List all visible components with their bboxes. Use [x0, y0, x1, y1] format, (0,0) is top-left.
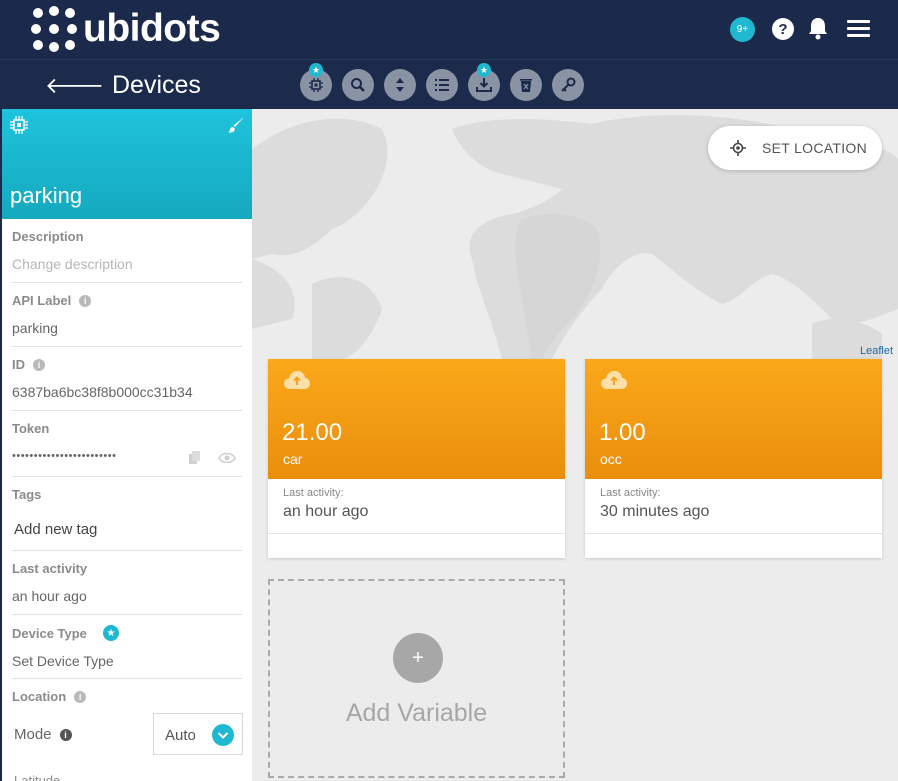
- info-icon[interactable]: i: [33, 358, 45, 371]
- variable-card-header: 21.00 car: [268, 359, 565, 479]
- variable-value: 1.00: [599, 419, 646, 446]
- star-badge-icon: ★: [477, 63, 491, 77]
- crosshair-icon: [730, 140, 746, 156]
- latitude-label: Latitude: [14, 773, 61, 781]
- location-map[interactable]: SET LOCATION Leaflet: [252, 109, 898, 359]
- last-activity-value: an hour ago: [12, 588, 87, 604]
- key-icon: [561, 77, 576, 92]
- page-header: 🡐 Devices ★ ★: [0, 59, 898, 109]
- description-label: Description: [12, 229, 84, 244]
- delete-button[interactable]: [510, 69, 542, 101]
- info-icon[interactable]: i: [79, 294, 92, 307]
- back-arrow-icon: 🡐: [45, 72, 104, 98]
- list-view-button[interactable]: [426, 69, 458, 101]
- token-field: Token ••••••••••••••••••••••••: [12, 411, 242, 477]
- sort-button[interactable]: [384, 69, 416, 101]
- search-button[interactable]: [342, 69, 374, 101]
- ubidots-logo[interactable]: ubidots: [31, 6, 221, 52]
- device-type-button[interactable]: ★: [300, 63, 332, 101]
- notifications-badge[interactable]: 9+: [730, 17, 755, 42]
- plus-icon[interactable]: +: [393, 633, 443, 683]
- logo-icon: [31, 6, 77, 52]
- help-icon[interactable]: ?: [772, 18, 794, 40]
- id-field: ID i 6387ba6bc38f8b000cc31b34: [12, 347, 242, 411]
- star-badge-icon: ★: [309, 63, 323, 77]
- page-title: Devices: [112, 71, 201, 99]
- device-type-field: Device Type ★ Set Device Type: [12, 615, 242, 679]
- api-label-field: API Label i parking: [12, 283, 242, 347]
- device-chip-icon: [10, 116, 28, 134]
- eye-icon[interactable]: [218, 452, 236, 464]
- add-variable-label: Add Variable: [345, 699, 488, 727]
- device-name[interactable]: parking: [10, 183, 82, 209]
- token-label: Token: [12, 421, 50, 436]
- cloud-upload-icon: [601, 371, 627, 389]
- variable-value: 21.00: [282, 419, 343, 446]
- variable-name: car: [283, 451, 303, 467]
- download-icon: [476, 78, 492, 92]
- sort-icon: [396, 78, 404, 92]
- set-location-label: SET LOCATION: [762, 140, 867, 156]
- last-activity-label: Last activity: [12, 561, 88, 576]
- set-location-button[interactable]: SET LOCATION: [708, 126, 882, 170]
- variable-card[interactable]: 1.00 occ Last activity: 30 minutes ago: [585, 359, 882, 558]
- edit-brush-icon[interactable]: [227, 116, 245, 134]
- api-label-label: API Label: [12, 293, 72, 308]
- device-header: parking: [2, 109, 252, 219]
- variable-card-footer: Last activity: an hour ago: [268, 479, 565, 534]
- variable-card-footer: Last activity: 30 minutes ago: [585, 479, 882, 534]
- copy-icon[interactable]: [188, 451, 202, 465]
- leaflet-attribution-link[interactable]: Leaflet: [860, 345, 893, 357]
- back-button[interactable]: 🡐 Devices: [45, 71, 201, 100]
- mode-select[interactable]: Auto: [153, 713, 243, 755]
- location-label: Location: [12, 689, 67, 704]
- star-badge-icon: ★: [102, 625, 119, 641]
- info-icon[interactable]: i: [59, 728, 72, 741]
- list-icon: [435, 79, 449, 91]
- mode-label: Mode: [14, 726, 52, 743]
- variable-name: occ: [600, 451, 622, 467]
- last-activity-label: Last activity:: [283, 487, 344, 499]
- id-value: 6387ba6bc38f8b000cc31b34: [12, 384, 193, 400]
- download-button[interactable]: ★: [468, 63, 500, 101]
- last-activity-label: Last activity:: [600, 487, 661, 499]
- bell-icon[interactable]: [807, 16, 829, 40]
- hamburger-menu-icon[interactable]: [847, 20, 870, 38]
- api-label-value[interactable]: parking: [12, 320, 242, 336]
- search-icon: [351, 78, 365, 92]
- cloud-upload-icon: [284, 371, 310, 389]
- device-type-value[interactable]: Set Device Type: [12, 653, 242, 669]
- top-navbar: ubidots 9+ ?: [0, 0, 898, 59]
- variable-card[interactable]: 21.00 car Last activity: an hour ago: [268, 359, 565, 558]
- trash-icon: [520, 79, 532, 92]
- id-label: ID: [12, 357, 25, 372]
- mode-value: Auto: [165, 727, 196, 744]
- device-detail-panel: parking Description Change description A…: [0, 109, 252, 781]
- variable-card-header: 1.00 occ: [585, 359, 882, 479]
- device-type-label: Device Type: [12, 625, 87, 641]
- description-input[interactable]: Change description: [12, 256, 242, 272]
- info-icon[interactable]: i: [74, 690, 87, 703]
- last-activity-value: an hour ago: [283, 503, 369, 520]
- tags-label: Tags: [12, 487, 42, 502]
- last-activity-value: 30 minutes ago: [600, 503, 710, 520]
- device-toolbar: ★ ★: [300, 63, 584, 101]
- tags-field: Tags Add new tag: [12, 477, 242, 551]
- logo-text: ubidots: [83, 7, 221, 50]
- description-field: Description Change description: [12, 219, 242, 283]
- token-value: ••••••••••••••••••••••••: [12, 450, 117, 462]
- last-activity-field: Last activity an hour ago: [12, 551, 242, 615]
- add-variable-card[interactable]: + Add Variable: [268, 579, 565, 778]
- add-tag-input[interactable]: Add new tag: [14, 521, 242, 538]
- api-key-button[interactable]: [552, 69, 584, 101]
- chip-icon: [309, 78, 323, 92]
- chevron-down-icon[interactable]: [212, 724, 234, 746]
- mode-row: Mode i Auto: [12, 713, 244, 755]
